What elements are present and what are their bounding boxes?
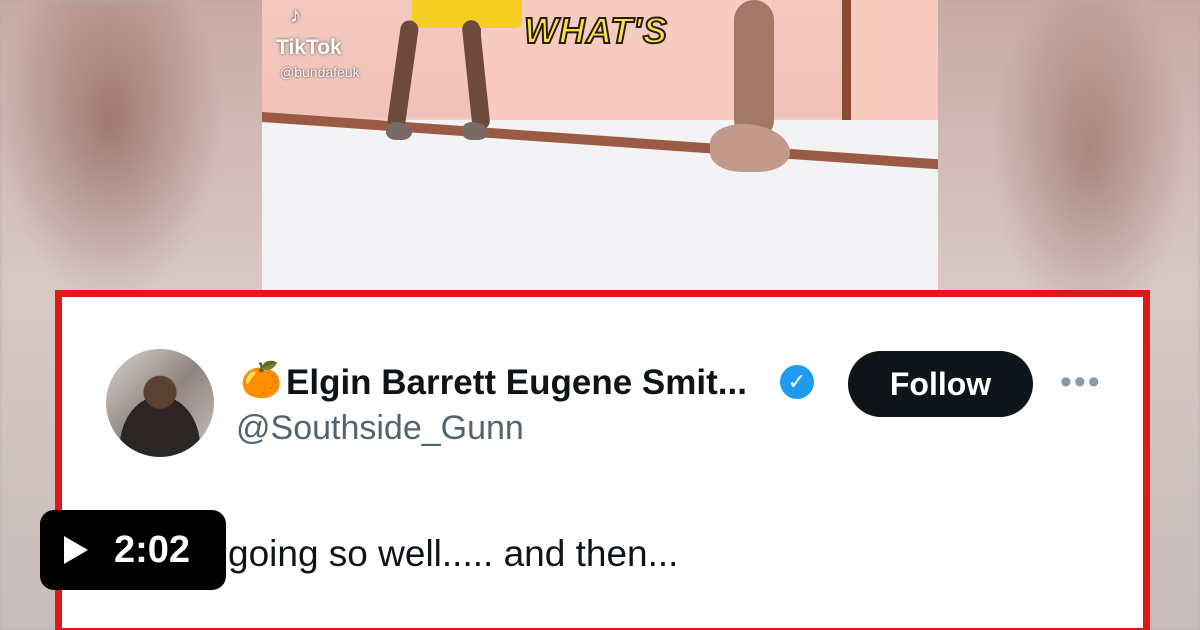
shoe [386, 122, 412, 140]
tiktok-username: @bundafeuk [280, 64, 360, 80]
play-icon[interactable] [64, 536, 88, 564]
video-duration: 2:02 [114, 528, 191, 571]
display-name[interactable]: Elgin Barrett Eugene Smit... [286, 363, 747, 403]
more-options-icon[interactable]: ••• [1060, 363, 1102, 402]
verified-badge-icon: ✓ [780, 365, 814, 399]
video-thumbnail[interactable]: ♪ TikTok @bundafeuk WHAT'S [262, 0, 938, 292]
leg [734, 0, 774, 140]
shoe [462, 122, 488, 140]
video-caption: WHAT'S [523, 9, 668, 52]
leg [386, 19, 420, 131]
wall-panel [842, 0, 938, 125]
tweet-text: going so well..... and then... [228, 533, 679, 574]
orange-emoji-icon: 🍊 [240, 361, 283, 399]
tiktok-logo-icon: ♪ [290, 2, 301, 27]
video-duration-badge[interactable]: 2:02 [40, 510, 226, 590]
follow-button[interactable]: Follow [848, 351, 1033, 417]
floor [262, 120, 938, 292]
user-handle[interactable]: @Southside_Gunn [236, 409, 524, 448]
avatar[interactable] [106, 349, 214, 457]
tiktok-watermark: TikTok [276, 36, 342, 59]
